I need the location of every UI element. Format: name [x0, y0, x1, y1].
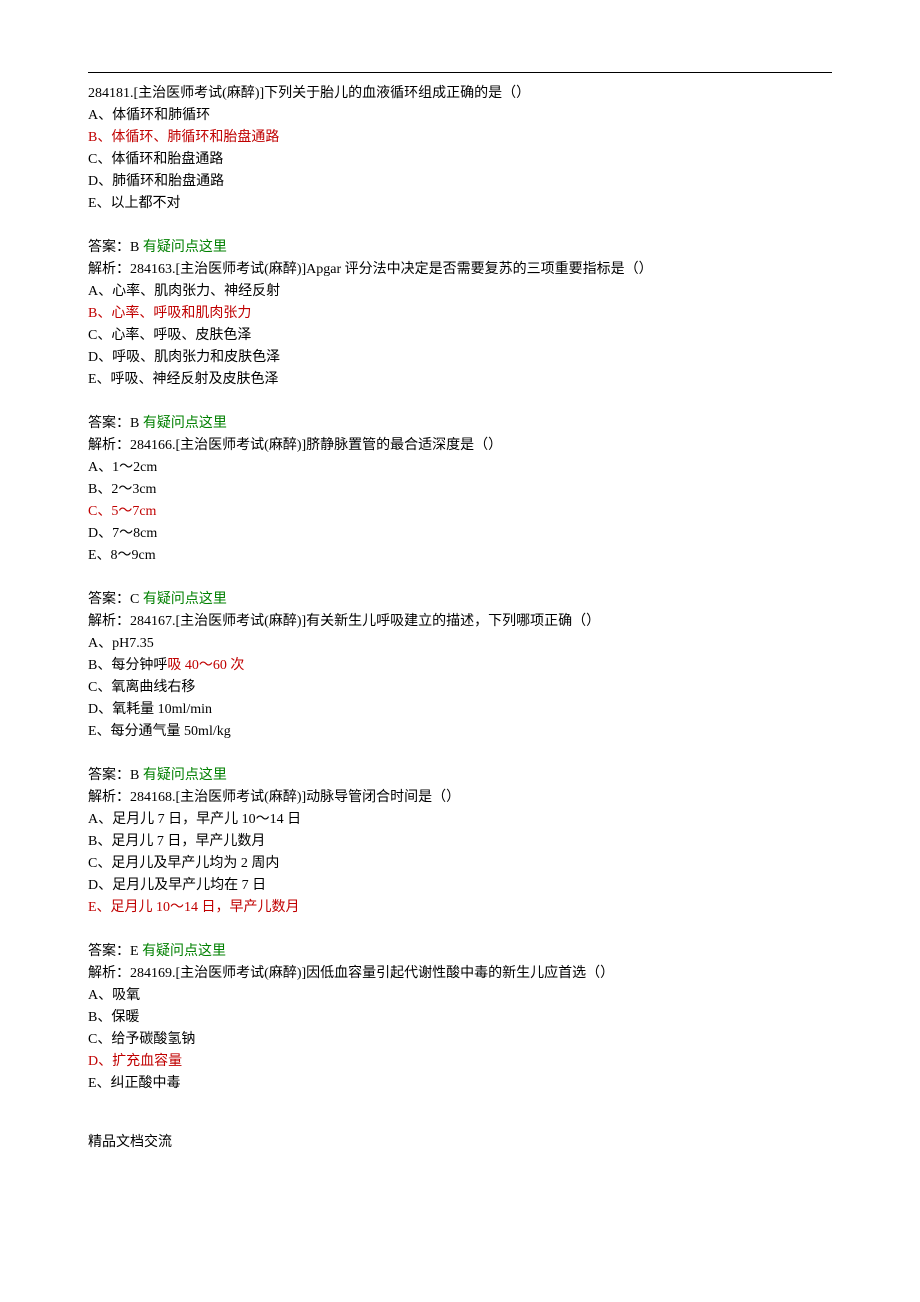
answer-label: 答案：B — [88, 240, 143, 255]
blank-line — [88, 567, 832, 589]
option-highlight: 吸 40～60 次 — [167, 658, 244, 673]
blank-line — [88, 919, 832, 941]
question-option: C、心率、呼吸、皮肤色泽 — [88, 325, 832, 347]
question-option: A、1～2cm — [88, 457, 832, 479]
answer-label: 答案：C — [88, 592, 143, 607]
top-rule — [88, 72, 832, 73]
question-option: C、足月儿及早产儿均为 2 周内 — [88, 853, 832, 875]
blank-line — [88, 215, 832, 237]
question-option: B、2～3cm — [88, 479, 832, 501]
question-option: E、8～9cm — [88, 545, 832, 567]
answer-label: 答案：B — [88, 768, 143, 783]
question-option: E、以上都不对 — [88, 193, 832, 215]
question-option: B、保暖 — [88, 1007, 832, 1029]
doubt-link[interactable]: 有疑问点这里 — [142, 944, 226, 959]
document-page: 284181.[主治医师考试(麻醉)]下列关于胎儿的血液循环组成正确的是（）A、… — [0, 0, 920, 1205]
question-stem: 284181.[主治医师考试(麻醉)]下列关于胎儿的血液循环组成正确的是（） — [88, 83, 832, 105]
question-option: D、氧耗量 10ml/min — [88, 699, 832, 721]
doubt-link[interactable]: 有疑问点这里 — [143, 768, 227, 783]
doubt-link[interactable]: 有疑问点这里 — [143, 240, 227, 255]
analysis-line: 解析：284169.[主治医师考试(麻醉)]因低血容量引起代谢性酸中毒的新生儿应… — [88, 963, 832, 985]
question-option: B、足月儿 7 日，早产儿数月 — [88, 831, 832, 853]
answer-line: 答案：B 有疑问点这里 — [88, 765, 832, 787]
question-option: A、pH7.35 — [88, 633, 832, 655]
answer-line: 答案：C 有疑问点这里 — [88, 589, 832, 611]
answer-line: 答案：B 有疑问点这里 — [88, 237, 832, 259]
question-option: A、心率、肌肉张力、神经反射 — [88, 281, 832, 303]
question-option: A、吸氧 — [88, 985, 832, 1007]
question-option: D、肺循环和胎盘通路 — [88, 171, 832, 193]
option-prefix: B、每分钟呼 — [88, 658, 167, 673]
doubt-link[interactable]: 有疑问点这里 — [143, 416, 227, 431]
analysis-line: 解析：284163.[主治医师考试(麻醉)]Apgar 评分法中决定是否需要复苏… — [88, 259, 832, 281]
question-option: A、足月儿 7 日，早产儿 10～14 日 — [88, 809, 832, 831]
question-option: E、纠正酸中毒 — [88, 1073, 832, 1095]
analysis-line: 解析：284166.[主治医师考试(麻醉)]脐静脉置管的最合适深度是（） — [88, 435, 832, 457]
doubt-link[interactable]: 有疑问点这里 — [143, 592, 227, 607]
question-option: B、体循环、肺循环和胎盘通路 — [88, 127, 832, 149]
question-option: C、体循环和胎盘通路 — [88, 149, 832, 171]
question-option: D、呼吸、肌肉张力和皮肤色泽 — [88, 347, 832, 369]
blank-line — [88, 743, 832, 765]
answer-line: 答案：B 有疑问点这里 — [88, 413, 832, 435]
answer-label: 答案：B — [88, 416, 143, 431]
question-option: D、扩充血容量 — [88, 1051, 832, 1073]
blank-line — [88, 391, 832, 413]
answer-line: 答案：E 有疑问点这里 — [88, 941, 832, 963]
question-option: D、7～8cm — [88, 523, 832, 545]
footer-text: 精品文档交流 — [88, 1131, 832, 1151]
question-option: C、氧离曲线右移 — [88, 677, 832, 699]
question-option: E、呼吸、神经反射及皮肤色泽 — [88, 369, 832, 391]
question-option: A、体循环和肺循环 — [88, 105, 832, 127]
question-option: B、心率、呼吸和肌肉张力 — [88, 303, 832, 325]
question-option: C、给予碳酸氢钠 — [88, 1029, 832, 1051]
question-option: E、每分通气量 50ml/kg — [88, 721, 832, 743]
question-option: B、每分钟呼吸 40～60 次 — [88, 655, 832, 677]
blank-line — [88, 1095, 832, 1117]
question-option: C、5～7cm — [88, 501, 832, 523]
question-option: D、足月儿及早产儿均在 7 日 — [88, 875, 832, 897]
question-option: E、足月儿 10～14 日，早产儿数月 — [88, 897, 832, 919]
analysis-line: 解析：284167.[主治医师考试(麻醉)]有关新生儿呼吸建立的描述，下列哪项正… — [88, 611, 832, 633]
analysis-line: 解析：284168.[主治医师考试(麻醉)]动脉导管闭合时间是（） — [88, 787, 832, 809]
answer-label: 答案：E — [88, 944, 142, 959]
content-area: 284181.[主治医师考试(麻醉)]下列关于胎儿的血液循环组成正确的是（）A、… — [88, 83, 832, 1117]
